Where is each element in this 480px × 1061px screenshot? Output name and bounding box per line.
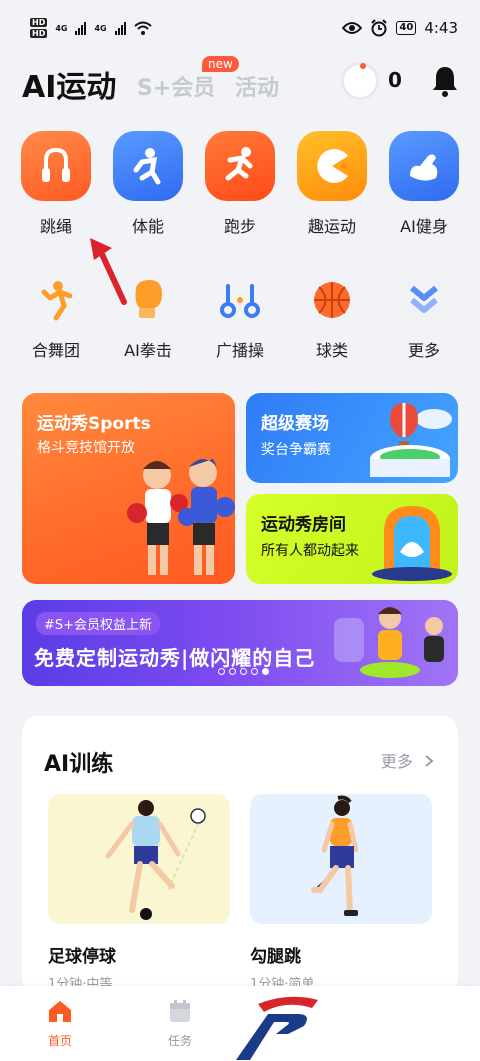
- chevron-right-icon: [425, 755, 434, 767]
- category-fun-sport[interactable]: 趣运动: [286, 131, 378, 237]
- signal-icon-2: [114, 21, 126, 35]
- more-link[interactable]: 更多: [381, 748, 434, 772]
- portal-illustration: [372, 506, 452, 581]
- banner-text: 免费定制运动秀|做闪耀的自己: [34, 646, 316, 670]
- promo-card-arena[interactable]: 超级赛场 奖台争霸赛: [246, 393, 458, 483]
- promo-card-sports[interactable]: 运动秀Sports 格斗竞技馆开放: [22, 393, 235, 584]
- nav-home[interactable]: 首页: [30, 998, 90, 1049]
- alarm-icon: [371, 19, 388, 37]
- wifi-icon: [133, 21, 152, 35]
- fitness-runner-icon: [113, 131, 183, 201]
- category-label: 合舞团: [31, 341, 80, 360]
- exercise-icon: [215, 275, 265, 325]
- promo-subtitle: 奖台争霸赛: [261, 442, 331, 458]
- signal-label-2: 4G: [94, 23, 107, 33]
- category-fitness[interactable]: 体能: [102, 131, 194, 237]
- category-label: 趣运动: [307, 217, 356, 236]
- promo-card-room[interactable]: 运动秀房间 所有人都动起来: [246, 494, 458, 584]
- status-bar: HD HD 4G 4G 40 4:43: [0, 0, 480, 56]
- exercise-name: 勾腿跳: [250, 947, 301, 967]
- promo-subtitle: 格斗竞技馆开放: [37, 440, 135, 456]
- bell-icon[interactable]: [430, 64, 460, 98]
- hd-indicator: HD HD: [30, 18, 48, 38]
- stadium-balloon-illustration: [370, 403, 452, 477]
- category-label: 广播操: [215, 341, 264, 360]
- carousel-dots[interactable]: [218, 668, 269, 675]
- category-label: 跑步: [223, 217, 256, 236]
- clock: 4:43: [424, 19, 458, 37]
- tab-member[interactable]: S+会员: [137, 70, 215, 102]
- category-label: AI健身: [400, 217, 448, 236]
- page-title[interactable]: AI运动: [22, 62, 116, 106]
- promo-subtitle: 所有人都动起来: [261, 543, 359, 559]
- category-boxing[interactable]: AI拳击: [102, 275, 194, 361]
- more-chevron-icon: [399, 275, 449, 325]
- category-ai-fitness[interactable]: AI健身: [378, 131, 470, 237]
- nav-tasks[interactable]: 任务: [150, 998, 210, 1049]
- exercise-thumbnail: [48, 794, 230, 924]
- section-title: AI训练: [44, 752, 114, 777]
- logo-watermark: [236, 996, 318, 1060]
- category-more[interactable]: 更多: [378, 275, 470, 361]
- member-benefit-banner[interactable]: #S+会员权益上新 免费定制运动秀|做闪耀的自己: [22, 600, 458, 686]
- exercise-thumbnail: [250, 794, 432, 924]
- signal-label-1: 4G: [55, 23, 68, 33]
- boxing-glove-icon: [123, 275, 173, 325]
- category-label: AI拳击: [124, 341, 172, 360]
- pacman-icon: [297, 131, 367, 201]
- app-header: AI运动 S+会员 new 活动 0: [0, 56, 480, 106]
- exercise-card-soccer[interactable]: 足球停球 1分钟·中等: [48, 794, 230, 992]
- basketball-icon: [307, 275, 357, 325]
- category-ball[interactable]: 球类: [286, 275, 378, 361]
- new-badge: new: [202, 56, 239, 72]
- running-icon: [205, 131, 275, 201]
- avatar-group-illustration: [334, 607, 444, 678]
- category-running[interactable]: 跑步: [194, 131, 286, 237]
- promo-title: 超级赛场: [261, 414, 329, 434]
- category-dance[interactable]: 合舞团: [10, 275, 102, 361]
- battery-icon: 40: [396, 21, 417, 35]
- exercise-name: 足球停球: [48, 947, 116, 967]
- category-label: 更多: [407, 341, 440, 360]
- coin-progress-icon[interactable]: [341, 62, 379, 100]
- category-jump-rope[interactable]: 跳绳: [10, 131, 102, 237]
- exercise-card-hook-jump[interactable]: 勾腿跳 1分钟·简单: [250, 794, 432, 992]
- nav-label: 首页: [47, 1034, 72, 1048]
- nav-label: 任务: [167, 1034, 192, 1048]
- category-label: 球类: [315, 341, 348, 360]
- jump-rope-icon: [21, 131, 91, 201]
- dance-icon: [31, 275, 81, 325]
- tab-activity[interactable]: 活动: [235, 70, 279, 102]
- category-broadcast-exercise[interactable]: 广播操: [194, 275, 286, 361]
- calendar-icon: [170, 1000, 190, 1022]
- eye-icon: [342, 22, 363, 34]
- muscle-arm-icon: [389, 131, 459, 201]
- ai-training-section: AI训练 更多 足球停球 1分钟·中等 勾腿跳 1分钟·简单: [22, 716, 458, 996]
- promo-title: 运动秀房间: [261, 515, 346, 535]
- banner-tag: #S+会员权益上新: [36, 612, 161, 635]
- boxer-illustration: [127, 459, 235, 575]
- promo-title: 运动秀Sports: [37, 414, 151, 434]
- coin-count: 0: [388, 68, 402, 92]
- signal-icon: [75, 21, 87, 35]
- home-icon: [49, 1001, 71, 1022]
